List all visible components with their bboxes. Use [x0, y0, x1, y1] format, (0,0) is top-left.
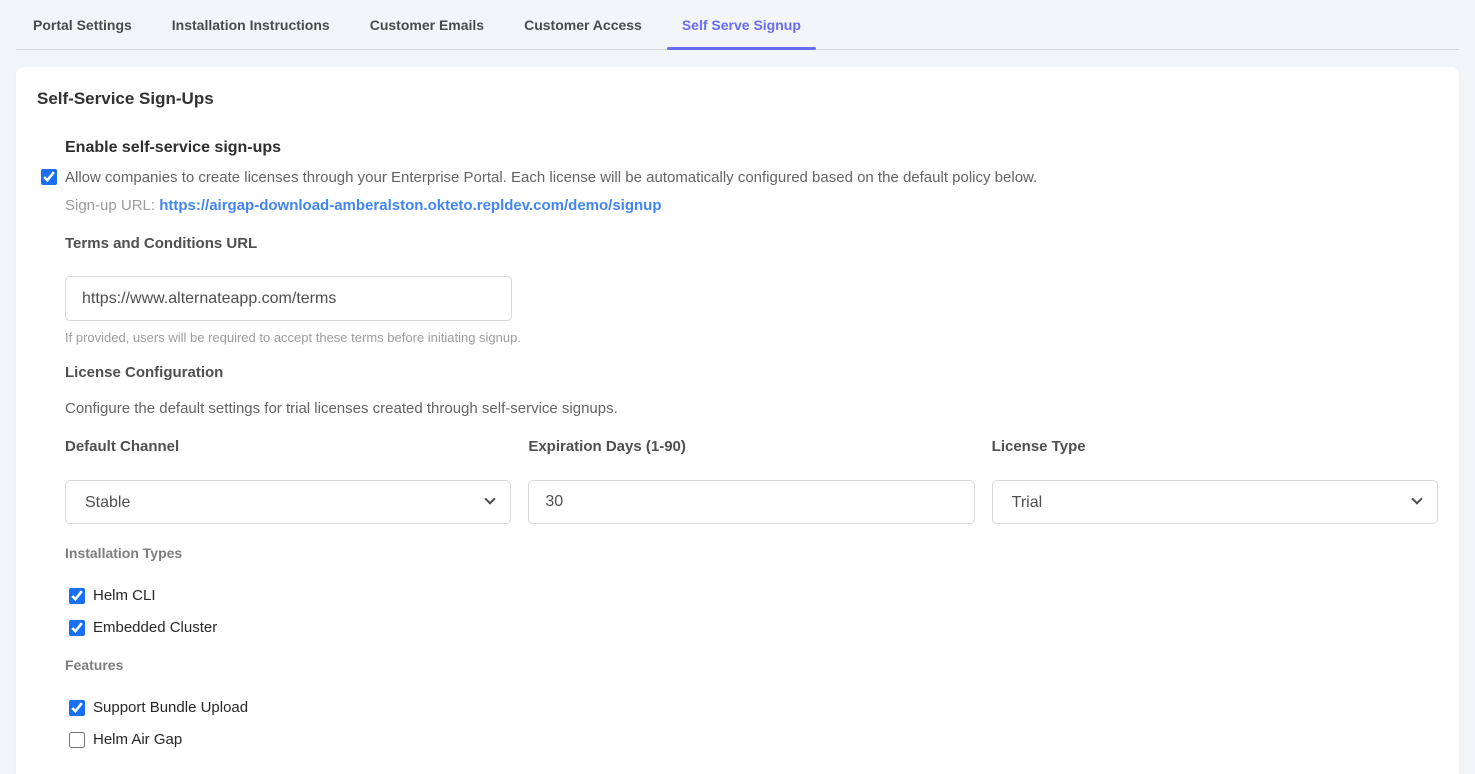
signup-url-line: Sign-up URL: https://airgap-download-amb… [65, 195, 1438, 216]
license-config-fields: Default Channel Stable Expiration Days (… [65, 436, 1438, 524]
signup-url-label: Sign-up URL: [65, 197, 155, 214]
enable-signups-row: Allow companies to create licenses throu… [41, 167, 1438, 188]
tab-portal-settings[interactable]: Portal Settings [18, 0, 147, 49]
support-bundle-upload-label: Support Bundle Upload [93, 697, 248, 718]
enable-signups-checkbox[interactable] [41, 169, 57, 185]
expiration-days-label: Expiration Days (1-90) [528, 436, 974, 457]
enable-signups-description: Allow companies to create licenses throu… [65, 167, 1037, 188]
default-channel-select[interactable]: Stable [65, 480, 511, 524]
license-type-select[interactable]: Trial [992, 480, 1438, 524]
signup-url-link[interactable]: https://airgap-download-amberalston.okte… [159, 197, 661, 214]
expiration-days-field: Expiration Days (1-90) [528, 436, 974, 524]
self-serve-signup-card: Self-Service Sign-Ups Enable self-servic… [16, 67, 1459, 774]
expiration-days-input[interactable] [528, 480, 974, 524]
default-channel-label: Default Channel [65, 436, 511, 457]
helm-air-gap-checkbox[interactable] [69, 732, 85, 748]
embedded-cluster-option: Embedded Cluster [69, 617, 217, 638]
installation-types-label: Installation Types [65, 544, 1438, 563]
tab-bar: Portal Settings Installation Instruction… [16, 0, 1459, 50]
signup-settings-form: Terms and Conditions URL If provided, us… [65, 233, 1438, 750]
tab-customer-access[interactable]: Customer Access [509, 0, 657, 49]
support-bundle-upload-option: Support Bundle Upload [69, 697, 248, 718]
tab-installation-instructions[interactable]: Installation Instructions [157, 0, 345, 49]
helm-cli-checkbox[interactable] [69, 588, 85, 604]
page-title: Self-Service Sign-Ups [37, 89, 1438, 109]
tab-customer-emails[interactable]: Customer Emails [355, 0, 499, 49]
terms-url-label: Terms and Conditions URL [65, 233, 1438, 254]
terms-url-helper: If provided, users will be required to a… [65, 329, 1438, 347]
features-label: Features [65, 656, 1438, 675]
license-type-field: License Type Trial [992, 436, 1438, 524]
tab-list: Portal Settings Installation Instruction… [16, 0, 816, 49]
helm-cli-option: Helm CLI [69, 585, 156, 606]
license-config-heading: License Configuration [65, 362, 1438, 383]
license-config-description: Configure the default settings for trial… [65, 398, 1438, 419]
helm-air-gap-label: Helm Air Gap [93, 729, 182, 750]
helm-cli-label: Helm CLI [93, 585, 156, 606]
embedded-cluster-checkbox[interactable] [69, 620, 85, 636]
terms-url-input[interactable] [65, 276, 512, 321]
tab-self-serve-signup[interactable]: Self Serve Signup [667, 0, 816, 49]
default-channel-field: Default Channel Stable [65, 436, 511, 524]
embedded-cluster-label: Embedded Cluster [93, 617, 217, 638]
enable-signups-heading: Enable self-service sign-ups [65, 138, 1438, 157]
helm-air-gap-option: Helm Air Gap [69, 729, 182, 750]
license-type-label: License Type [992, 436, 1438, 457]
support-bundle-upload-checkbox[interactable] [69, 700, 85, 716]
